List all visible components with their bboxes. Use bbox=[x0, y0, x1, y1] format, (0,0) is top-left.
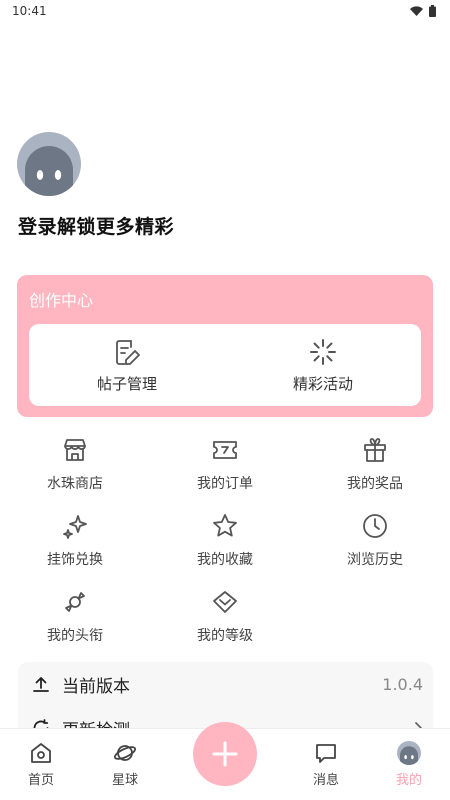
tab-label: 星球 bbox=[111, 773, 138, 788]
message-icon bbox=[316, 744, 336, 763]
plus-icon bbox=[212, 741, 238, 767]
default-avatar-icon bbox=[17, 132, 81, 196]
creator-item-label: 帖子管理 bbox=[96, 374, 157, 393]
menu-item-favorites[interactable]: 我的收藏 bbox=[150, 508, 300, 584]
tab-messages[interactable]: 消息 bbox=[296, 741, 356, 788]
creator-item-label: 精彩活动 bbox=[292, 374, 353, 393]
menu-item-label: 我的头衔 bbox=[47, 628, 103, 644]
shop-icon bbox=[64, 439, 86, 461]
menu-item-titles[interactable]: 我的头衔 bbox=[0, 584, 150, 660]
tab-planet[interactable]: 星球 bbox=[95, 741, 155, 788]
clock-icon bbox=[363, 514, 387, 538]
star-icon bbox=[213, 514, 237, 537]
ticket-icon bbox=[213, 441, 237, 459]
menu-item-level[interactable]: 我的等级 bbox=[150, 584, 300, 660]
menu-item-label: 挂饰兑换 bbox=[47, 552, 103, 568]
menu-grid: 水珠商店 我的订单 我的奖品 挂饰兑换 我的收藏 浏览历史 我的头衔 我的等级 bbox=[0, 432, 450, 660]
featured-events-button[interactable]: 精彩活动 bbox=[225, 324, 421, 406]
planet-icon bbox=[113, 745, 137, 761]
tab-mine[interactable]: 我的 bbox=[379, 741, 439, 788]
avatar-icon bbox=[397, 741, 421, 765]
post-management-button[interactable]: 帖子管理 bbox=[29, 324, 225, 406]
menu-item-label: 水珠商店 bbox=[47, 476, 103, 492]
creator-center-card: 创作中心 帖子管理 精彩活动 bbox=[17, 275, 433, 417]
login-prompt[interactable]: 登录解锁更多精彩 bbox=[18, 212, 174, 239]
creator-center-panel: 帖子管理 精彩活动 bbox=[29, 324, 421, 406]
sparkle-icon bbox=[63, 515, 87, 539]
candy-icon bbox=[65, 592, 85, 612]
menu-item-pendant-exchange[interactable]: 挂饰兑换 bbox=[0, 508, 150, 584]
upload-icon bbox=[33, 677, 49, 692]
current-version-row: 当前版本 1.0.4 bbox=[18, 662, 433, 706]
edit-document-icon bbox=[112, 337, 140, 365]
menu-item-label: 我的奖品 bbox=[347, 476, 403, 492]
avatar[interactable] bbox=[17, 132, 81, 196]
menu-item-label: 我的等级 bbox=[197, 628, 253, 644]
current-version-label: 当前版本 bbox=[62, 676, 130, 697]
creator-center-title: 创作中心 bbox=[29, 291, 94, 310]
loading-spinner-icon bbox=[310, 338, 336, 365]
menu-item-prizes[interactable]: 我的奖品 bbox=[300, 432, 450, 508]
home-icon bbox=[31, 743, 51, 763]
menu-item-orders[interactable]: 我的订单 bbox=[150, 432, 300, 508]
create-post-button[interactable] bbox=[193, 722, 257, 786]
status-icons bbox=[410, 5, 436, 17]
wifi-icon bbox=[410, 6, 423, 16]
menu-item-label: 我的订单 bbox=[197, 476, 253, 492]
tab-home[interactable]: 首页 bbox=[11, 741, 71, 788]
status-time: 10:41 bbox=[12, 4, 47, 18]
current-version-value: 1.0.4 bbox=[382, 674, 423, 694]
menu-item-label: 浏览历史 bbox=[347, 552, 403, 568]
tab-label: 首页 bbox=[27, 773, 54, 788]
tab-label: 我的 bbox=[395, 773, 422, 788]
menu-item-label: 我的收藏 bbox=[197, 552, 253, 568]
tab-label: 消息 bbox=[312, 773, 339, 788]
menu-item-history[interactable]: 浏览历史 bbox=[300, 508, 450, 584]
status-bar: 10:41 bbox=[0, 0, 450, 22]
menu-item-shop[interactable]: 水珠商店 bbox=[0, 432, 150, 508]
level-icon bbox=[213, 591, 237, 613]
battery-icon bbox=[429, 5, 436, 17]
gift-icon bbox=[364, 438, 386, 462]
